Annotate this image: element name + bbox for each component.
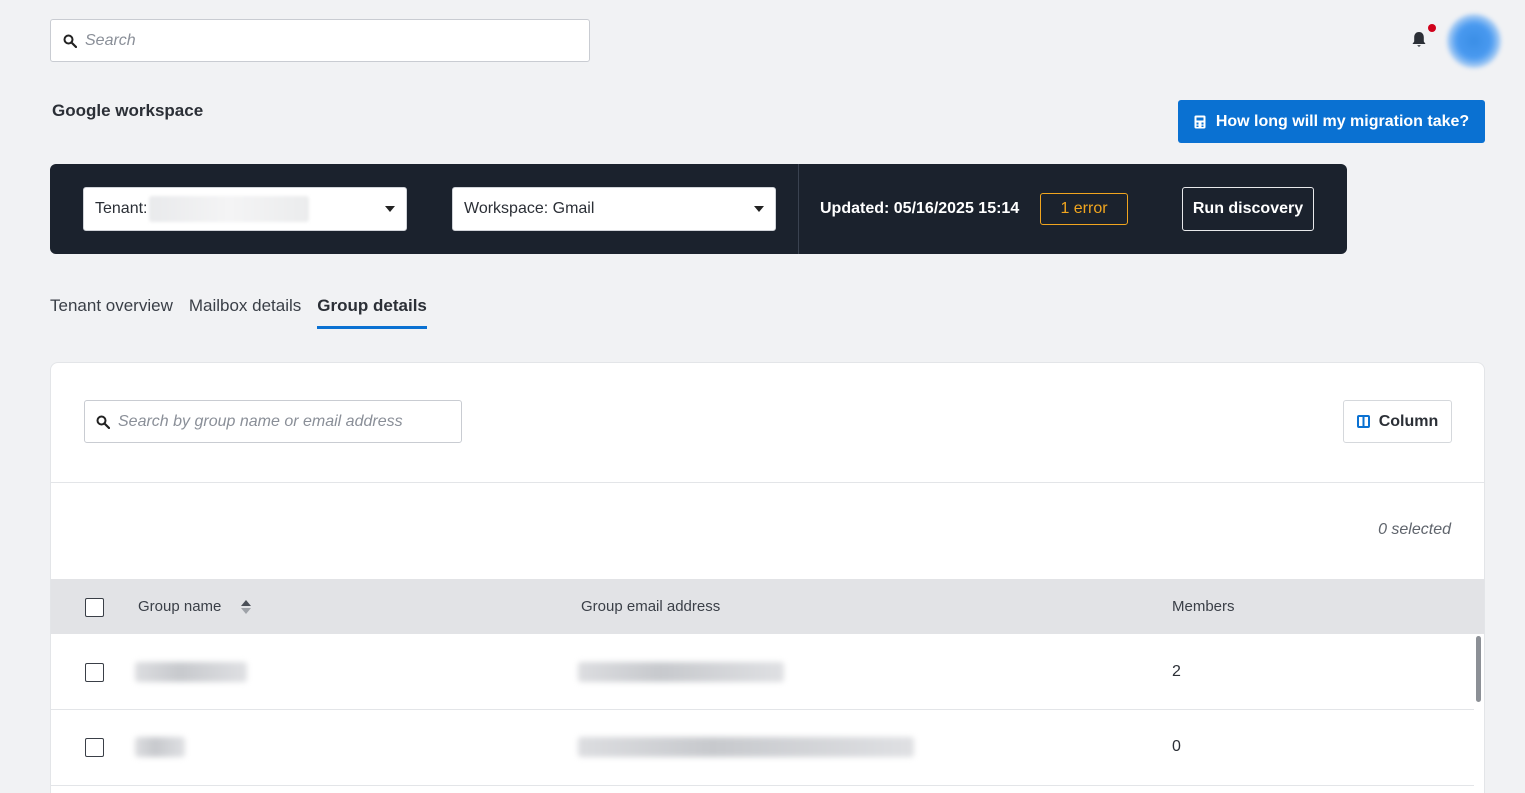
- tenant-select-label: Tenant:: [95, 200, 148, 217]
- group-name-redacted: [135, 662, 247, 682]
- banner-divider: [798, 164, 799, 254]
- members-count: 0: [1172, 738, 1181, 755]
- migration-estimate-button[interactable]: How long will my migration take?: [1178, 100, 1485, 143]
- bell-icon[interactable]: [1411, 31, 1427, 49]
- sort-icon[interactable]: [240, 599, 252, 615]
- column-header-group-email[interactable]: Group email address: [581, 598, 720, 615]
- column-header-group-name[interactable]: Group name: [138, 598, 221, 615]
- group-name-redacted: [135, 737, 185, 757]
- tenant-value-redacted: [149, 196, 310, 222]
- error-badge[interactable]: 1 error: [1040, 193, 1128, 225]
- table-scrollbar[interactable]: [1476, 636, 1481, 702]
- group-search-input[interactable]: [118, 412, 448, 431]
- tab-tenant-overview[interactable]: Tenant overview: [50, 296, 173, 329]
- tab-bar: Tenant overview Mailbox details Group de…: [50, 296, 443, 329]
- select-all-checkbox[interactable]: [85, 598, 104, 617]
- run-discovery-button[interactable]: Run discovery: [1182, 187, 1314, 231]
- tab-mailbox-details[interactable]: Mailbox details: [189, 296, 301, 329]
- group-email-redacted: [578, 662, 784, 682]
- search-icon: [96, 415, 110, 429]
- global-search[interactable]: [50, 19, 590, 62]
- table-header: Group name Group email address Members: [51, 579, 1484, 634]
- workspace-select[interactable]: Workspace: Gmail: [452, 187, 776, 231]
- migration-estimate-label: How long will my migration take?: [1215, 112, 1470, 130]
- row-checkbox[interactable]: [85, 738, 104, 757]
- workspace-select-label: Workspace: Gmail: [464, 200, 595, 217]
- tenant-banner: Tenant: Workspace: Gmail Updated: 05/16/…: [50, 164, 1347, 254]
- page: Google workspace How long will my migrat…: [0, 0, 1525, 793]
- row-checkbox[interactable]: [85, 663, 104, 682]
- notification-dot: [1428, 24, 1436, 32]
- divider: [51, 482, 1484, 483]
- table-row[interactable]: 0: [51, 710, 1474, 786]
- page-title: Google workspace: [52, 101, 204, 120]
- global-search-input[interactable]: [85, 31, 565, 50]
- table-row[interactable]: 2: [51, 634, 1474, 710]
- column-button[interactable]: Column: [1343, 400, 1452, 443]
- group-email-redacted: [578, 737, 914, 757]
- tab-group-details[interactable]: Group details: [317, 296, 427, 329]
- members-count: 2: [1172, 663, 1181, 680]
- tenant-select[interactable]: Tenant:: [83, 187, 407, 231]
- group-table-card: Column 0 selected Group name Group email…: [50, 362, 1485, 793]
- updated-timestamp: Updated: 05/16/2025 15:14: [820, 200, 1020, 217]
- column-button-label: Column: [1378, 412, 1439, 430]
- search-icon: [63, 34, 77, 48]
- caret-down-icon: [754, 206, 764, 212]
- selected-count: 0 selected: [1378, 521, 1451, 538]
- avatar[interactable]: [1447, 14, 1501, 68]
- calculator-icon: [1194, 115, 1206, 128]
- caret-down-icon: [385, 206, 395, 212]
- columns-icon: [1356, 415, 1370, 428]
- column-header-members[interactable]: Members: [1172, 598, 1235, 615]
- group-search[interactable]: [84, 400, 462, 443]
